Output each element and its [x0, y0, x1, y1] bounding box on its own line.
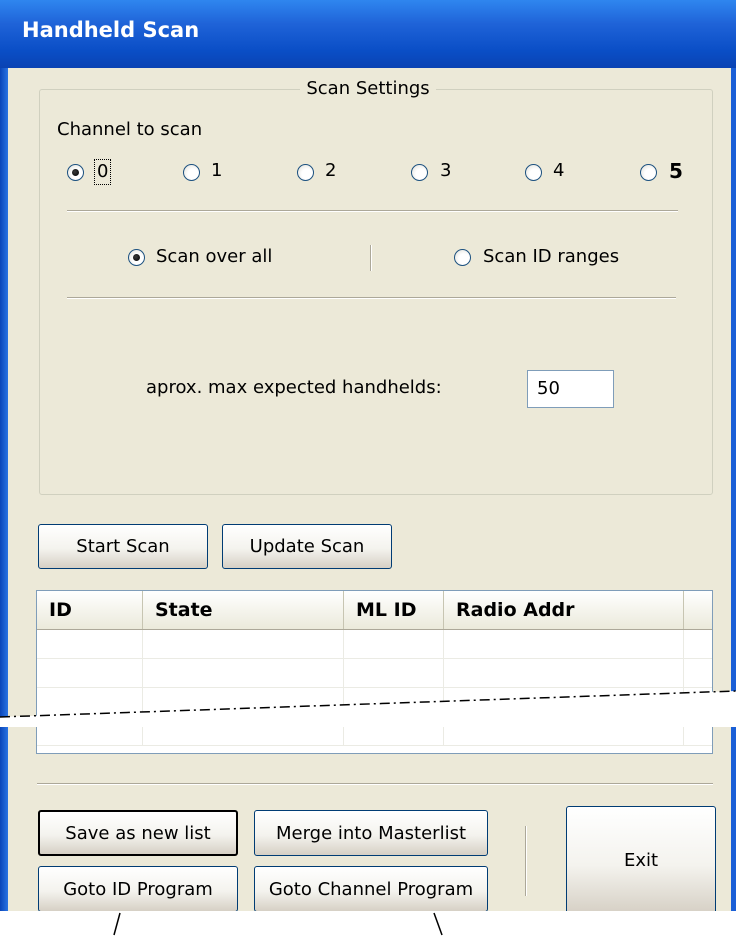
channel-2-radio[interactable]: [297, 164, 314, 181]
column-header-state[interactable]: State: [143, 591, 344, 629]
crop-cut-line: [0, 690, 736, 727]
separator-middle: [67, 297, 676, 299]
window-title: Handheld Scan: [22, 18, 200, 42]
scan-settings-legend-text: Scan Settings: [300, 78, 436, 99]
update-scan-button[interactable]: Update Scan: [222, 524, 392, 569]
save-as-new-list-button[interactable]: Save as new list: [38, 810, 238, 856]
window-frame-left: [0, 68, 8, 911]
cell-ml-id: [344, 659, 444, 687]
scan-id-ranges-radio[interactable]: [454, 249, 471, 266]
cell-radio-addr: [444, 630, 684, 658]
goto-channel-program-button[interactable]: Goto Channel Program: [254, 866, 488, 911]
channel-3-radio[interactable]: [411, 164, 428, 181]
channel-4-radio[interactable]: [525, 164, 542, 181]
exit-button[interactable]: Exit: [566, 806, 716, 911]
results-table[interactable]: ID State ML ID Radio Addr: [36, 590, 713, 754]
mode-separator: [370, 245, 372, 271]
cell-ml-id: [344, 630, 444, 658]
channel-4-label: 4: [553, 160, 565, 181]
table-row[interactable]: [37, 659, 712, 688]
channel-2-label: 2: [325, 160, 337, 181]
goto-id-program-button[interactable]: Goto ID Program: [38, 866, 238, 911]
cell-state: [143, 659, 344, 687]
channel-5-radio[interactable]: [640, 164, 657, 181]
scan-over-all-radio[interactable]: [128, 249, 145, 266]
scan-settings-group: [39, 89, 713, 495]
cell-radio-addr: [444, 659, 684, 687]
channel-1-label: 1: [211, 160, 223, 181]
start-scan-button[interactable]: Start Scan: [38, 524, 208, 569]
cell-id: [37, 659, 143, 687]
handheld-scan-window: Handheld Scan Scan Settings Channel to s…: [0, 0, 736, 911]
title-bar[interactable]: Handheld Scan: [0, 0, 736, 68]
channel-0-radio[interactable]: [67, 164, 84, 181]
column-header-ml-id[interactable]: ML ID: [344, 591, 444, 629]
column-header-id[interactable]: ID: [37, 591, 143, 629]
max-handhelds-input[interactable]: 50: [527, 370, 614, 408]
scan-over-all-label: Scan over all: [156, 246, 273, 267]
column-header-filler: [684, 591, 712, 629]
separator-top: [67, 210, 678, 212]
merge-into-masterlist-button[interactable]: Merge into Masterlist: [254, 810, 488, 856]
channel-0-label: 0: [94, 159, 112, 185]
table-row[interactable]: [37, 630, 712, 659]
cell-id: [37, 630, 143, 658]
column-header-radio-addr[interactable]: Radio Addr: [444, 591, 684, 629]
footer-separator: [525, 826, 527, 896]
channel-1-radio[interactable]: [183, 164, 200, 181]
channel-label: Channel to scan: [57, 119, 203, 140]
crop-bottom-marks: [113, 912, 443, 936]
scan-settings-legend: Scan Settings: [0, 78, 736, 99]
table-header: ID State ML ID Radio Addr: [37, 591, 712, 630]
channel-5-label: 5: [669, 159, 683, 183]
scan-id-ranges-label: Scan ID ranges: [483, 246, 620, 267]
cell-state: [143, 630, 344, 658]
window-frame-right: [731, 68, 736, 911]
channel-3-label: 3: [440, 160, 452, 181]
separator-bottom: [37, 783, 713, 785]
max-handhelds-label: aprox. max expected handhelds:: [146, 377, 442, 398]
